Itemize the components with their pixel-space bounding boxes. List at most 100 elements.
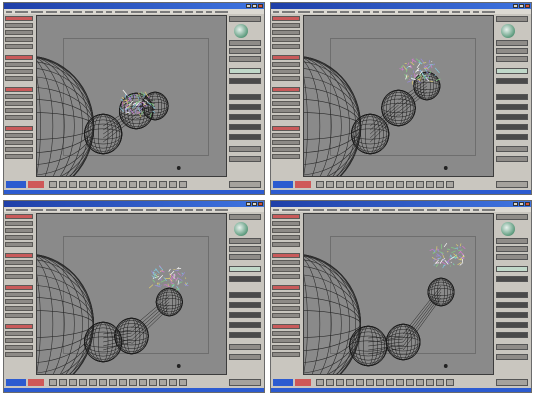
property-button[interactable]: [496, 94, 528, 100]
menu-item[interactable]: [60, 208, 70, 211]
timeline-button[interactable]: [139, 181, 147, 188]
tool-button[interactable]: [272, 76, 300, 81]
property-button[interactable]: [229, 302, 261, 308]
maximize-icon[interactable]: [519, 202, 524, 206]
tool-button[interactable]: [272, 299, 300, 304]
property-button[interactable]: [229, 354, 261, 360]
timeline-button[interactable]: [169, 379, 177, 386]
property-button[interactable]: [496, 40, 528, 46]
property-button[interactable]: [229, 114, 261, 120]
play-icon[interactable]: [376, 181, 384, 188]
property-button[interactable]: [229, 254, 261, 260]
tool-button[interactable]: [272, 69, 300, 74]
tool-button[interactable]: [5, 69, 33, 74]
timeline-button[interactable]: [179, 379, 187, 386]
record-button[interactable]: [295, 181, 311, 188]
tool-button[interactable]: [5, 331, 33, 336]
timeline-button[interactable]: [326, 181, 334, 188]
menu-item[interactable]: [173, 208, 182, 211]
property-button[interactable]: [229, 292, 261, 298]
property-button[interactable]: [496, 238, 528, 244]
property-button[interactable]: [229, 94, 261, 100]
play-icon[interactable]: [109, 379, 117, 386]
timeline-button[interactable]: [316, 181, 324, 188]
tool-button[interactable]: [5, 23, 33, 28]
menu-item[interactable]: [273, 208, 279, 211]
tool-button[interactable]: [272, 133, 300, 138]
tool-button[interactable]: [272, 260, 300, 265]
tool-button[interactable]: [272, 154, 300, 159]
menu-item[interactable]: [85, 10, 93, 13]
menu-item[interactable]: [160, 208, 170, 211]
menu-item[interactable]: [31, 10, 43, 13]
timeline-button[interactable]: [149, 379, 157, 386]
timeline-button[interactable]: [336, 181, 344, 188]
render-button[interactable]: [229, 379, 261, 386]
tool-button[interactable]: [5, 221, 33, 226]
tool-button[interactable]: [5, 274, 33, 279]
property-button[interactable]: [229, 332, 261, 338]
menu-item[interactable]: [413, 10, 424, 13]
property-button[interactable]: [496, 78, 528, 84]
menu-item[interactable]: [340, 10, 349, 13]
navigation-sphere-icon[interactable]: [501, 222, 515, 236]
tool-button[interactable]: [272, 306, 300, 311]
3d-viewport[interactable]: [36, 15, 227, 177]
menu-item[interactable]: [15, 208, 28, 211]
tool-button[interactable]: [5, 154, 33, 159]
timeline-button[interactable]: [386, 181, 394, 188]
property-button[interactable]: [229, 16, 261, 22]
navigation-sphere-icon[interactable]: [501, 24, 515, 38]
menu-item[interactable]: [340, 208, 349, 211]
tool-button[interactable]: [272, 253, 300, 258]
tool-button[interactable]: [5, 214, 33, 219]
property-button[interactable]: [496, 332, 528, 338]
timeline-button[interactable]: [99, 181, 107, 188]
menu-item[interactable]: [73, 208, 82, 211]
navigation-sphere-icon[interactable]: [234, 24, 248, 38]
timeline-button[interactable]: [159, 379, 167, 386]
close-icon[interactable]: [258, 202, 263, 206]
property-button[interactable]: [229, 238, 261, 244]
tool-button[interactable]: [272, 242, 300, 247]
tool-button[interactable]: [272, 30, 300, 35]
tool-button[interactable]: [5, 345, 33, 350]
property-button[interactable]: [229, 276, 261, 282]
timeline-button[interactable]: [396, 379, 404, 386]
property-button[interactable]: [229, 266, 261, 272]
timeline-button[interactable]: [159, 181, 167, 188]
tool-button[interactable]: [272, 292, 300, 297]
timeline-button[interactable]: [346, 379, 354, 386]
tool-button[interactable]: [272, 324, 300, 329]
menu-item[interactable]: [273, 10, 279, 13]
tool-button[interactable]: [5, 228, 33, 233]
property-button[interactable]: [496, 276, 528, 282]
timeline-button[interactable]: [426, 181, 434, 188]
menu-item[interactable]: [196, 10, 203, 13]
menu-item[interactable]: [215, 10, 228, 13]
tool-button[interactable]: [5, 101, 33, 106]
render-button[interactable]: [229, 181, 261, 188]
minimize-icon[interactable]: [246, 202, 251, 206]
menu-item[interactable]: [352, 208, 360, 211]
menu-item[interactable]: [382, 208, 395, 211]
tool-button[interactable]: [5, 299, 33, 304]
timeline-button[interactable]: [326, 379, 334, 386]
timeline-button[interactable]: [346, 181, 354, 188]
menu-item[interactable]: [382, 10, 395, 13]
tool-button[interactable]: [5, 292, 33, 297]
tool-button[interactable]: [272, 23, 300, 28]
menu-item[interactable]: [427, 10, 437, 13]
timeline-button[interactable]: [99, 379, 107, 386]
tool-button[interactable]: [272, 214, 300, 219]
property-button[interactable]: [229, 56, 261, 62]
tool-button[interactable]: [5, 235, 33, 240]
menu-item[interactable]: [352, 10, 360, 13]
close-icon[interactable]: [258, 4, 263, 8]
play-icon[interactable]: [109, 181, 117, 188]
property-button[interactable]: [496, 124, 528, 130]
menu-item[interactable]: [73, 10, 82, 13]
property-button[interactable]: [496, 16, 528, 22]
tool-button[interactable]: [5, 338, 33, 343]
menu-item[interactable]: [282, 10, 295, 13]
